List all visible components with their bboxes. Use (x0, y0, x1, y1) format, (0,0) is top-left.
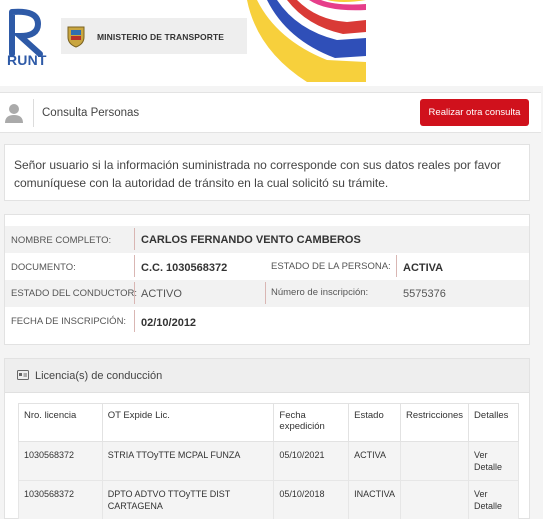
row-conductor: ESTADO DEL CONDUCTOR: ACTIVO Número de i… (5, 280, 529, 307)
details-link[interactable]: Ver Detalle (468, 441, 519, 481)
licenses-panel: Licencia(s) de conducción Nro. licencia … (4, 358, 530, 519)
row-nombre: NOMBRE COMPLETO: CARLOS FERNANDO VENTO C… (5, 226, 529, 253)
page-title: Consulta Personas (42, 107, 140, 119)
restrictions-cell (400, 480, 470, 519)
issue-date-cell: 05/10/2021 (273, 441, 350, 481)
estado-persona-label: ESTADO DE LA PERSONA: (271, 261, 391, 272)
issuing-authority-cell: STRIA TTOyTTE MCPAL FUNZA (101, 441, 275, 481)
column-header: Nro. licencia (18, 403, 103, 442)
licenses-header[interactable]: Licencia(s) de conducción (5, 359, 529, 393)
restrictions-cell (400, 441, 470, 481)
colombia-seal-icon (67, 26, 85, 48)
documento-value: C.C. 1030568372 (141, 262, 228, 274)
field-divider (134, 282, 135, 304)
nombre-label: NOMBRE COMPLETO: (11, 235, 112, 246)
table-row: 1030568372 DPTO ADTVO TTOyTTE DIST CARTA… (18, 480, 519, 519)
estado-conductor-label: ESTADO DEL CONDUCTOR: (11, 288, 137, 299)
column-header: Fecha expedición (273, 403, 350, 442)
estado-conductor-value: ACTIVO (141, 288, 182, 300)
section-title-bar: Consulta Personas Realizar otra consulta (0, 92, 541, 133)
issuing-authority-cell: DPTO ADTVO TTOyTTE DIST CARTAGENA (101, 480, 275, 519)
notice-message: Señor usuario si la información suminist… (4, 144, 530, 201)
issue-date-cell: 05/10/2018 (273, 480, 350, 519)
documento-label: DOCUMENTO: (11, 262, 76, 273)
person-info-panel: NOMBRE COMPLETO: CARLOS FERNANDO VENTO C… (4, 214, 530, 345)
ministry-logo: MINISTERIO DE TRANSPORTE (61, 18, 249, 54)
runt-brand-text: RUNT (7, 52, 47, 68)
license-number-cell: 1030568372 (18, 441, 103, 481)
table-header-row: Nro. licencia OT Expide Lic. Fecha exped… (18, 403, 519, 442)
field-divider (134, 228, 135, 250)
row-documento: DOCUMENTO: C.C. 1030568372 ESTADO DE LA … (5, 253, 529, 280)
column-header: Detalles (468, 403, 519, 442)
field-divider (396, 255, 397, 277)
table-row: 1030568372 STRIA TTOyTTE MCPAL FUNZA 05/… (18, 441, 519, 481)
page-header: RUNT MINISTERIO DE TRANSPORTE (0, 0, 543, 86)
nombre-value: CARLOS FERNANDO VENTO CAMBEROS (141, 234, 361, 246)
licenses-title: Licencia(s) de conducción (35, 370, 163, 382)
numero-inscripcion-label: Número de inscripción: (271, 287, 369, 298)
estado-persona-value: ACTIVA (403, 262, 444, 274)
colombia-flag-art-icon (247, 0, 366, 82)
field-divider (134, 310, 135, 332)
fecha-inscripcion-label: FECHA DE INSCRIPCIÓN: (11, 316, 127, 327)
details-link[interactable]: Ver Detalle (468, 480, 519, 519)
license-number-cell: 1030568372 (18, 480, 103, 519)
fecha-inscripcion-value: 02/10/2012 (141, 317, 197, 329)
column-header: OT Expide Lic. (101, 403, 275, 442)
ministry-name: MINISTERIO DE TRANSPORTE (97, 32, 225, 42)
title-divider (33, 99, 34, 127)
column-header: Estado (348, 403, 402, 442)
status-cell: INACTIVA (348, 480, 402, 519)
column-header: Restricciones (400, 403, 470, 442)
field-divider (265, 282, 266, 304)
status-cell: ACTIVA (348, 441, 402, 481)
licenses-table: Nro. licencia OT Expide Lic. Fecha exped… (18, 403, 519, 519)
user-icon (5, 104, 23, 123)
numero-inscripcion-value: 5575376 (403, 288, 446, 300)
id-card-icon (17, 370, 29, 380)
new-query-button[interactable]: Realizar otra consulta (420, 99, 529, 126)
row-fecha: FECHA DE INSCRIPCIÓN: 02/10/2012 (5, 308, 529, 335)
field-divider (134, 255, 135, 277)
